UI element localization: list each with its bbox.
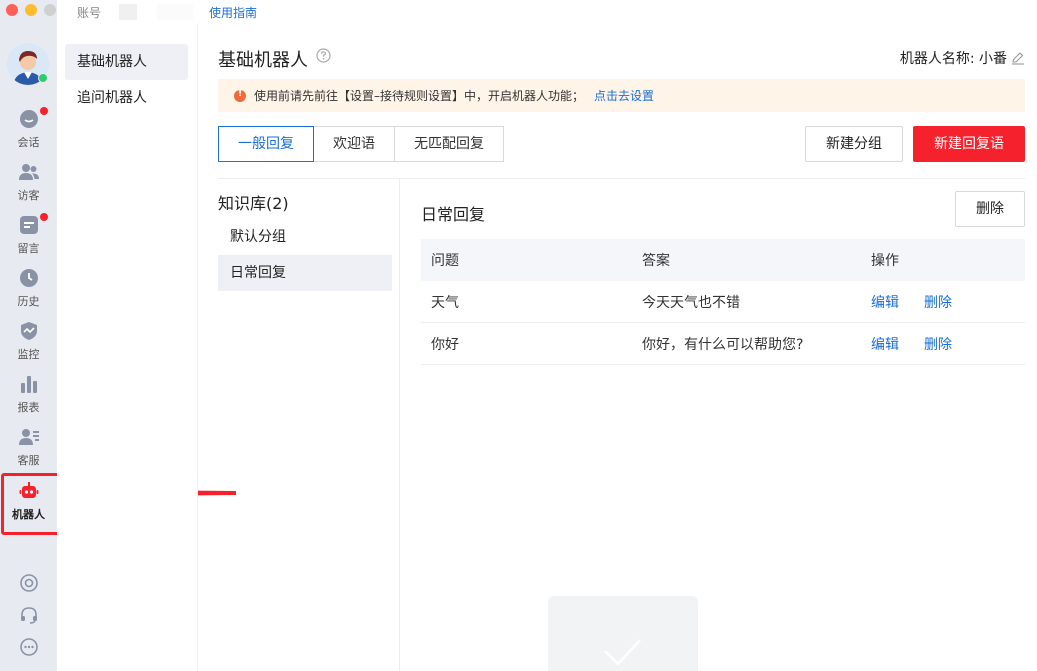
robot-name-display: 机器人名称: 小番 [900,48,1025,68]
knowledge-base-panel: 知识库(2) 默认分组 日常回复 [218,179,400,671]
subnav-item-followup-robot[interactable]: 追问机器人 [65,80,188,116]
headset-icon [20,607,37,624]
settings-icon [19,574,38,592]
history-icon [19,269,38,287]
top-bar: 账号 使用指南 [57,0,1037,24]
message-icon [19,216,38,234]
group-title: 日常回复 [421,205,486,224]
rail-item-monitor[interactable]: 监控 [0,320,57,370]
go-settings-link[interactable]: 点击去设置 [594,87,654,104]
more-icon [19,638,38,656]
cell-actions: 编辑 删除 [871,334,1025,354]
cell-answer: 今天天气也不错 [642,294,740,311]
table-header: 问题 答案 操作 [421,239,1025,281]
guide-link[interactable]: 使用指南 [209,4,257,21]
placeholder-block [157,4,194,20]
kb-group-daily[interactable]: 日常回复 [218,255,392,291]
kb-group-default[interactable]: 默认分组 [218,219,392,255]
empty-state-card [548,596,698,671]
help-icon[interactable] [316,48,331,63]
agent-icon [18,429,39,445]
rail-item-visitors[interactable]: 访客 [0,161,57,211]
unread-badge [40,213,48,221]
column-header-question: 问题 [431,253,459,269]
rail-item-label: 留言 [17,242,40,255]
rail-item-label: 监控 [17,348,40,361]
account-label[interactable]: 账号 [77,4,101,21]
zoom-window-button[interactable] [44,4,56,16]
visitors-icon [18,164,39,180]
chat-icon [19,110,38,128]
edit-link[interactable]: 编辑 [871,292,899,312]
cell-answer: 你好，有什么可以帮助您? [642,336,804,353]
new-group-button[interactable]: 新建分组 [805,126,903,162]
column-header-actions: 操作 [871,253,899,269]
table-row: 天气 今天天气也不错 编辑 删除 [421,281,1025,323]
warning-icon [234,89,246,102]
rail-item-agents[interactable]: 客服 [0,426,57,476]
monitor-icon [20,322,37,340]
minimize-window-button[interactable] [25,4,37,16]
new-reply-button[interactable]: 新建回复语 [913,126,1025,162]
knowledge-base-title: 知识库(2) [218,194,289,213]
column-header-answer: 答案 [642,253,670,269]
unread-badge [40,107,48,115]
rail-item-label: 报表 [17,401,40,414]
rail-item-label: 访客 [17,189,40,202]
tab-general-reply[interactable]: 一般回复 [218,126,314,162]
rail-settings-item[interactable] [0,573,57,593]
robot-name-label: 机器人名称: 小番 [899,51,1007,67]
notice-banner: 使用前请先前往【设置–接待规则设置】中，开启机器人功能； 点击去设置 [218,79,1025,112]
rail-item-reports[interactable]: 报表 [0,373,57,423]
reply-type-tabs: 一般回复 欢迎语 无匹配回复 [218,126,504,162]
online-status-dot [38,73,48,83]
rail-more-item[interactable] [0,637,57,657]
placeholder-block [119,4,138,20]
page-title: 基础机器人 [218,50,308,71]
notice-text: 使用前请先前往【设置–接待规则设置】中，开启机器人功能； [254,89,585,103]
edit-link[interactable]: 编辑 [871,334,899,354]
table-row: 你好 你好，有什么可以帮助您? 编辑 删除 [421,323,1025,365]
subnav-item-basic-robot[interactable]: 基础机器人 [65,44,188,80]
delete-link[interactable]: 删除 [924,292,952,312]
checkmark-icon [604,639,641,666]
rail-item-label: 会话 [17,136,40,149]
rail-item-label: 历史 [17,295,40,308]
robot-subnav: 基础机器人 追问机器人 [57,24,198,671]
rail-item-messages[interactable]: 留言 [0,213,57,264]
delete-group-button[interactable]: 删除 [955,191,1025,227]
tab-welcome[interactable]: 欢迎语 [313,126,395,162]
report-icon [20,376,37,393]
window-controls [6,4,56,16]
cell-question: 你好 [431,336,459,353]
reply-table: 问题 答案 操作 天气 今天天气也不错 编辑 删除 你好 你好，有什么可以帮助您… [421,239,1025,365]
cell-question: 天气 [431,294,459,311]
rail-item-chat[interactable]: 会话 [0,107,57,158]
app-window: 会话 访客 留言 历史 监控 报表 客服 机器人 账号 使用指南 基础机器人 追… [0,0,1037,671]
edit-pencil-icon[interactable] [1011,51,1025,65]
icon-rail: 会话 访客 留言 历史 监控 报表 客服 机器人 [0,0,57,671]
rail-item-label: 客服 [17,454,40,467]
rail-item-history[interactable]: 历史 [0,267,57,317]
delete-link[interactable]: 删除 [924,334,952,354]
close-window-button[interactable] [6,4,18,16]
rail-support-item[interactable] [0,605,57,625]
tab-no-match-reply[interactable]: 无匹配回复 [394,126,504,162]
cell-actions: 编辑 删除 [871,292,1025,312]
